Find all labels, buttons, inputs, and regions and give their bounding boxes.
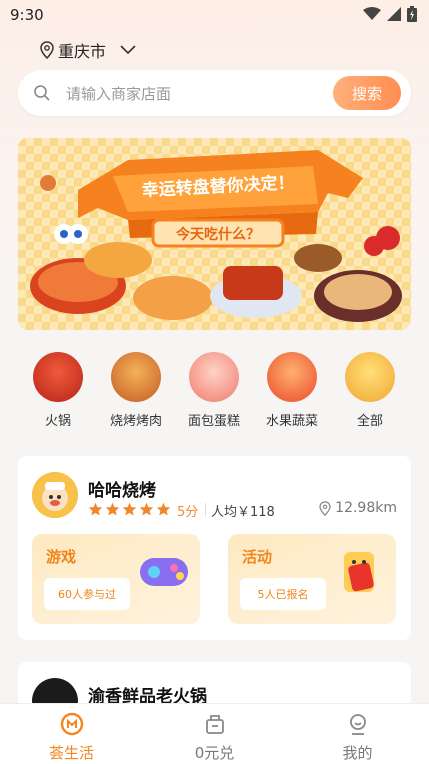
shop-avatar xyxy=(32,472,78,518)
star-icon xyxy=(122,502,137,516)
status-icons xyxy=(363,6,417,22)
category-cake[interactable]: 面包蛋糕 xyxy=(176,352,252,429)
category-row: 火锅 烧烤烤肉 面包蛋糕 水果蔬菜 全部 xyxy=(18,352,411,432)
red-envelope-icon xyxy=(344,552,374,592)
tab-label: 我的 xyxy=(342,744,373,762)
star-icon xyxy=(88,502,103,516)
shop-card[interactable]: 哈哈烧烤 5分 人均￥118 12.98km 游戏 60人参与过 活动 5人已报… xyxy=(18,456,411,640)
category-label: 水果蔬菜 xyxy=(265,414,318,429)
tab-redeem[interactable]: 0元兑 xyxy=(143,704,286,764)
promo-event[interactable]: 活动 5人已报名 xyxy=(228,534,396,624)
promo-title: 活动 xyxy=(242,548,273,566)
shop-name: 哈哈烧烤 xyxy=(88,481,156,501)
home-life-icon xyxy=(60,712,83,736)
distance: 12.98km xyxy=(319,500,397,516)
tab-label: 0元兑 xyxy=(194,744,235,762)
wifi-icon xyxy=(363,7,381,20)
avg-price: 人均￥118 xyxy=(211,505,275,520)
bbq-skewer-icon xyxy=(111,352,161,402)
star-icon xyxy=(156,502,171,516)
rating-stars xyxy=(88,502,171,516)
category-label: 面包蛋糕 xyxy=(187,414,240,429)
tab-profile[interactable]: 我的 xyxy=(286,704,429,764)
category-label: 烧烤烤肉 xyxy=(109,414,162,429)
category-fruit[interactable]: 水果蔬菜 xyxy=(254,352,330,429)
promo-title: 游戏 xyxy=(46,548,77,566)
battery-icon xyxy=(407,6,417,22)
location-pin-icon xyxy=(40,41,54,59)
fruit-icon xyxy=(267,352,317,402)
banner-subline: 今天吃什么？ xyxy=(176,227,260,243)
divider xyxy=(205,503,206,516)
promo-pill: 5人已报名 xyxy=(240,578,326,610)
cake-icon xyxy=(189,352,239,402)
category-all[interactable]: 全部 xyxy=(332,352,408,429)
search-icon xyxy=(34,85,50,101)
gift-box-icon xyxy=(205,715,224,734)
tab-home[interactable]: 荟生活 xyxy=(0,704,143,764)
category-label: 全部 xyxy=(356,414,383,429)
promo-pill: 60人参与过 xyxy=(44,578,130,610)
all-icon xyxy=(345,352,395,402)
search-button[interactable]: 搜索 xyxy=(333,76,401,110)
status-time: 9:30 xyxy=(10,6,44,24)
hotpot-icon xyxy=(33,352,83,402)
location-selector[interactable]: 重庆市 xyxy=(40,38,138,62)
distance-value: 12.98km xyxy=(335,500,397,516)
lucky-wheel-banner[interactable]: 幸运转盘替你决定！ 今天吃什么？ xyxy=(18,138,411,330)
category-hotpot[interactable]: 火锅 xyxy=(20,352,96,429)
status-bar: 9:30 xyxy=(0,0,429,30)
star-icon xyxy=(105,502,120,516)
tab-label: 荟生活 xyxy=(48,744,94,762)
category-bbq[interactable]: 烧烤烤肉 xyxy=(98,352,174,429)
chevron-down-icon xyxy=(120,45,136,55)
promo-game[interactable]: 游戏 60人参与过 xyxy=(32,534,200,624)
profile-icon xyxy=(349,714,366,735)
location-pin-icon xyxy=(319,500,331,516)
rating-score: 5分 xyxy=(177,505,199,520)
signal-icon xyxy=(387,7,401,21)
bottom-tab-bar: 荟生活 0元兑 我的 xyxy=(0,703,429,764)
category-label: 火锅 xyxy=(44,414,71,429)
city-label: 重庆市 xyxy=(58,42,107,61)
star-icon xyxy=(139,502,154,516)
gamepad-icon xyxy=(140,558,188,586)
search-input[interactable] xyxy=(64,82,328,106)
search-bar: 搜索 xyxy=(18,70,411,116)
